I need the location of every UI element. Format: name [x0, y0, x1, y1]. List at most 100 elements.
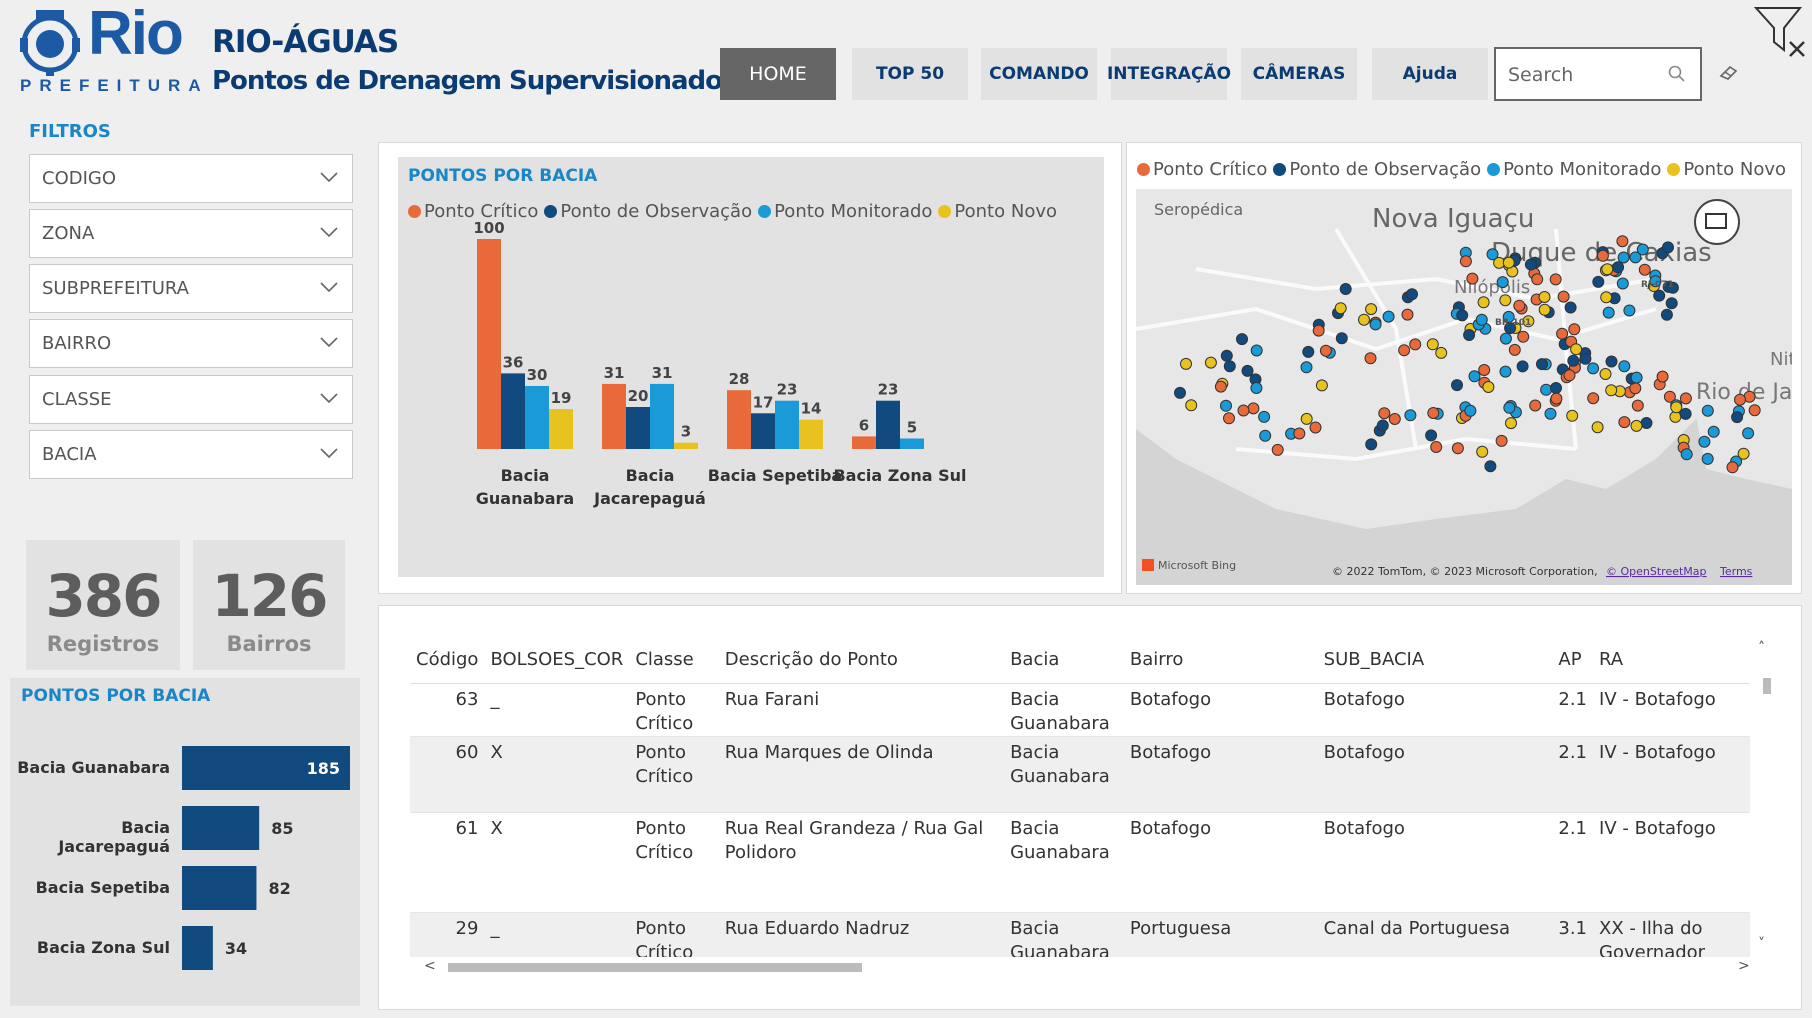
bar-value-label: 5: [907, 419, 917, 437]
map-point: [1670, 401, 1683, 414]
legend-item[interactable]: Ponto Novo: [1667, 159, 1786, 180]
bar-value-label: 31: [652, 364, 673, 382]
nav-integracao[interactable]: INTEGRAÇÃO: [1107, 48, 1231, 100]
map-point: [1726, 461, 1739, 474]
filter-zona[interactable]: ZONA: [29, 209, 353, 258]
nav-cameras[interactable]: CÂMERAS: [1241, 48, 1357, 100]
map-bing-label: Microsoft Bing: [1158, 559, 1236, 572]
map-point: [1185, 399, 1198, 412]
scroll-right-icon[interactable]: >: [1738, 958, 1750, 974]
category-label: Guanabara: [476, 489, 574, 508]
search-icon[interactable]: [1668, 65, 1686, 83]
map-point: [1174, 386, 1186, 399]
table-row[interactable]: 60 X Ponto Crítico Rua Marques de Olinda Bac…: [410, 736, 1750, 813]
logo-word: Rio: [88, 0, 184, 68]
map-place-label: Nilópolis: [1454, 277, 1530, 298]
terms-link[interactable]: Terms: [1719, 565, 1753, 578]
filter-bacia[interactable]: BACIA: [29, 430, 353, 479]
bar: [477, 239, 501, 449]
table-row[interactable]: 29 _ Ponto Crítico Rua Eduardo Nadruz Bacia …: [410, 912, 1750, 957]
map-canvas[interactable]: Seropédica Nova Iguaçu Duque de Caxias N…: [1136, 189, 1792, 585]
map-point: [1679, 392, 1692, 405]
scroll-up-icon[interactable]: ˄: [1758, 640, 1765, 656]
bar: [852, 436, 876, 449]
osm-link[interactable]: © OpenStreetMap: [1606, 565, 1707, 578]
map-point: [1587, 392, 1600, 405]
scroll-left-icon[interactable]: <: [424, 958, 436, 974]
map-point: [1364, 352, 1377, 365]
map-point: [1656, 370, 1669, 383]
app-subtitle: Pontos de Drenagem Supervisionados: [212, 66, 737, 96]
map-point: [1618, 416, 1631, 429]
table-cell: Bacia Guanabara: [1004, 912, 1124, 957]
hbar: [182, 926, 213, 970]
map-point: [1591, 421, 1604, 434]
kpi-bairros: 126 Bairros: [193, 540, 345, 670]
map-point: [1247, 402, 1260, 415]
horizontal-scrollbar[interactable]: < >: [418, 958, 1756, 976]
filter-bairro[interactable]: BAIRRO: [29, 319, 353, 368]
prefeitura-rio-logo: Rio PREFEITURA: [16, 0, 201, 98]
map-point: [1258, 410, 1271, 423]
bar: [549, 409, 573, 449]
table-cell: Rua Marques de Olinda: [718, 736, 1005, 813]
chevron-down-icon: [320, 227, 338, 238]
nav-home[interactable]: HOME: [720, 48, 836, 100]
hbar-value-label: 185: [307, 759, 340, 778]
legend-dot: [1667, 163, 1681, 176]
table-header-row: Código BOLSOES_COR Classe Descrição do P…: [410, 637, 1750, 684]
bar: [525, 386, 549, 449]
table-row[interactable]: 61 X Ponto Crítico Rua Real Grandeza / Rua …: [410, 812, 1750, 913]
col-bairro[interactable]: Bairro: [1123, 637, 1318, 684]
col-bolsoes[interactable]: BOLSOES_COR: [484, 637, 630, 684]
map-point: [1409, 338, 1422, 351]
map-point: [1517, 330, 1530, 343]
map-point: [1742, 427, 1755, 440]
clear-filters-icon[interactable]: [1754, 6, 1808, 58]
table-cell: XX - Ilha do Governador: [1593, 912, 1750, 957]
nav-ajuda[interactable]: Ajuda: [1372, 48, 1488, 100]
table-row[interactable]: 63 _ Ponto Crítico Rua Farani Bacia Guanabar…: [410, 683, 1750, 737]
filter-classe[interactable]: CLASSE: [29, 375, 353, 424]
col-codigo[interactable]: Código: [410, 637, 485, 684]
legend-dot: [1137, 163, 1150, 176]
map-point: [1180, 357, 1192, 370]
col-ap[interactable]: AP: [1552, 637, 1594, 684]
legend-item[interactable]: Ponto Crítico: [1137, 159, 1267, 180]
map-point: [1495, 434, 1508, 447]
col-ra[interactable]: RA: [1593, 637, 1750, 684]
filter-subprefeitura[interactable]: SUBPREFEITURA: [29, 264, 353, 313]
col-classe[interactable]: Classe: [629, 637, 719, 684]
filter-codigo[interactable]: CODIGO: [29, 154, 353, 203]
map-point: [1698, 435, 1711, 448]
scroll-thumb[interactable]: [448, 963, 862, 972]
bar-value-label: 23: [777, 381, 798, 399]
legend-label: Ponto Monitorado: [1503, 159, 1662, 180]
map-focus-button[interactable]: [1694, 199, 1740, 245]
map-point: [1734, 393, 1746, 406]
col-descricao[interactable]: Descrição do Ponto: [718, 637, 1005, 684]
search-input[interactable]: [1508, 61, 1658, 89]
bar: [876, 400, 900, 449]
scroll-down-icon[interactable]: ˅: [1758, 936, 1765, 952]
legend-dot: [1273, 163, 1287, 176]
filter-label: CODIGO: [42, 168, 117, 189]
scroll-thumb[interactable]: [1763, 678, 1771, 694]
filter-label: BAIRRO: [42, 333, 112, 354]
legend-item[interactable]: Ponto Monitorado: [1487, 159, 1661, 180]
bar-value-label: 3: [681, 423, 691, 441]
legend-item[interactable]: Ponto de Observação: [1273, 159, 1481, 180]
map-point: [1451, 442, 1464, 455]
map-place-label: Niterói: [1770, 349, 1792, 370]
search-box[interactable]: [1494, 47, 1702, 101]
map-point: [1701, 452, 1714, 465]
map-point: [1404, 409, 1417, 422]
col-sub-bacia[interactable]: SUB_BACIA: [1317, 637, 1553, 684]
nav-comando[interactable]: COMANDO: [981, 48, 1097, 100]
eraser-icon[interactable]: [1718, 62, 1740, 82]
vertical-scrollbar[interactable]: ˄ ˅: [1758, 640, 1776, 958]
nav-top50[interactable]: TOP 50: [852, 48, 968, 100]
col-bacia[interactable]: Bacia: [1004, 637, 1124, 684]
map-point: [1382, 310, 1395, 323]
map-point: [1376, 419, 1389, 432]
